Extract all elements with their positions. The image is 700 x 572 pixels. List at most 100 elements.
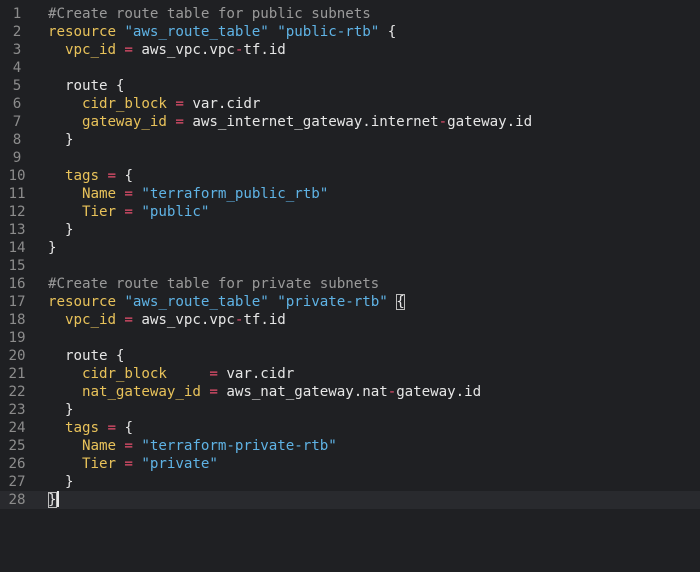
code-text: Tier = "private"	[48, 455, 218, 473]
code-line[interactable]: 15	[0, 257, 700, 275]
code-line[interactable]: 11 Name = "terraform_public_rtb"	[0, 185, 700, 203]
code-line[interactable]: 22 nat_gateway_id = aws_nat_gateway.nat-…	[0, 383, 700, 401]
code-token: route {	[48, 348, 125, 364]
line-number: 16	[8, 276, 26, 292]
line-number: 4	[12, 60, 22, 76]
code-token: resource	[48, 294, 125, 310]
code-token: Name	[48, 438, 116, 454]
code-line[interactable]: 1 #Create route table for public subnets	[0, 5, 700, 23]
code-token: var.cidr	[226, 366, 295, 382]
code-token: gateway_id	[48, 114, 167, 130]
code-token: aws_internet_gateway.internet	[192, 114, 439, 130]
code-token: -	[438, 114, 448, 130]
code-text: vpc_id = aws_vpc.vpc-tf.id	[48, 41, 286, 59]
code-text: #Create route table for private subnets	[48, 275, 379, 293]
code-line[interactable]: 12 Tier = "public"	[0, 203, 700, 221]
code-line[interactable]: 7 gateway_id = aws_internet_gateway.inte…	[0, 113, 700, 131]
code-token: {	[379, 24, 397, 40]
code-line[interactable]: 4	[0, 59, 700, 77]
code-text: cidr_block = var.cidr	[48, 95, 260, 113]
code-token: gateway.id	[447, 114, 533, 130]
line-number: 13	[8, 222, 26, 238]
code-token: Tier	[48, 204, 116, 220]
code-token: gateway.id	[396, 384, 482, 400]
code-line[interactable]: 21 cidr_block = var.cidr	[0, 365, 700, 383]
code-line[interactable]: 20 route {	[0, 347, 700, 365]
code-token: "terraform_public_rtb"	[141, 186, 329, 202]
code-token: =	[115, 312, 142, 328]
line-number: 21	[8, 366, 26, 382]
code-line[interactable]: 5 route {	[0, 77, 700, 95]
code-token: =	[166, 96, 193, 112]
code-text: }	[48, 473, 74, 491]
code-token: {	[124, 168, 133, 184]
code-line[interactable]: 14}	[0, 239, 700, 257]
code-line[interactable]: 2 resource "aws_route_table" "public-rtb"…	[0, 23, 700, 41]
code-text: cidr_block = var.cidr	[48, 365, 294, 383]
line-number: 28	[8, 492, 26, 508]
code-line[interactable]: 6 cidr_block = var.cidr	[0, 95, 700, 113]
code-line[interactable]: 24 tags = {	[0, 419, 700, 437]
code-token: #Create route table for private subnets	[48, 276, 380, 292]
code-line[interactable]: 18 vpc_id = aws_vpc.vpc-tf.id	[0, 311, 700, 329]
code-token: =	[115, 456, 142, 472]
line-number: 24	[8, 420, 26, 436]
code-line[interactable]: 26 Tier = "private"	[0, 455, 700, 473]
code-token: =	[200, 384, 227, 400]
code-line[interactable]: 19	[0, 329, 700, 347]
code-token: =	[98, 420, 125, 436]
code-token: }	[48, 240, 57, 256]
line-number: 11	[8, 186, 26, 202]
code-line[interactable]: 27 }	[0, 473, 700, 491]
code-line[interactable]: 13 }	[0, 221, 700, 239]
code-token: =	[115, 438, 142, 454]
code-text: Tier = "public"	[48, 203, 209, 221]
code-token: =	[166, 366, 227, 382]
code-token: resource	[48, 24, 125, 40]
code-token: }	[48, 222, 74, 238]
code-token: Tier	[48, 456, 116, 472]
code-token: cidr_block	[48, 366, 167, 382]
line-number: 1	[12, 6, 22, 22]
code-text: Name = "terraform_public_rtb"	[48, 185, 328, 203]
code-line[interactable]: 25 Name = "terraform-private-rtb"	[0, 437, 700, 455]
code-line[interactable]: 9	[0, 149, 700, 167]
code-line[interactable]: 17 resource "aws_route_table" "private-rt…	[0, 293, 700, 311]
code-token: {	[124, 420, 133, 436]
code-text: nat_gateway_id = aws_nat_gateway.nat-gat…	[48, 383, 481, 401]
code-token: Name	[48, 186, 116, 202]
code-token: tf.id	[243, 312, 286, 328]
line-number: 23	[8, 402, 26, 418]
code-token: cidr_block	[48, 96, 167, 112]
code-token: tf.id	[243, 42, 286, 58]
line-number: 2	[12, 24, 22, 40]
code-text: Name = "terraform-private-rtb"	[48, 437, 337, 455]
code-line[interactable]: 3 vpc_id = aws_vpc.vpc-tf.id	[0, 41, 700, 59]
line-number: 25	[8, 438, 26, 454]
code-line[interactable]: 8 }	[0, 131, 700, 149]
code-text: resource "aws_route_table" "public-rtb" …	[48, 23, 396, 41]
line-number: 6	[12, 96, 22, 112]
code-token: route {	[48, 78, 125, 94]
code-token: #Create route table for public subnets	[48, 6, 371, 22]
code-line[interactable]: 10 tags = {	[0, 167, 700, 185]
line-number: 7	[12, 114, 22, 130]
line-number: 19	[8, 330, 26, 346]
code-line[interactable]: 16 #Create route table for private subnet…	[0, 275, 700, 293]
code-token: =	[115, 204, 142, 220]
code-token: vpc_id	[48, 312, 116, 328]
code-token: }	[48, 132, 74, 148]
code-text: }	[48, 491, 59, 509]
code-line[interactable]: 23 }	[0, 401, 700, 419]
code-text: }	[48, 221, 74, 239]
code-text: resource "aws_route_table" "private-rtb"…	[48, 293, 405, 311]
line-number: 14	[8, 240, 26, 256]
code-token: "public-rtb"	[277, 24, 380, 40]
code-token: tags	[48, 420, 99, 436]
code-line[interactable]: 28}	[0, 491, 700, 509]
line-number: 8	[12, 132, 22, 148]
code-token: }	[48, 402, 74, 418]
code-token: nat_gateway_id	[48, 384, 201, 400]
code-editor[interactable]: 1 #Create route table for public subnets 2…	[0, 0, 700, 572]
